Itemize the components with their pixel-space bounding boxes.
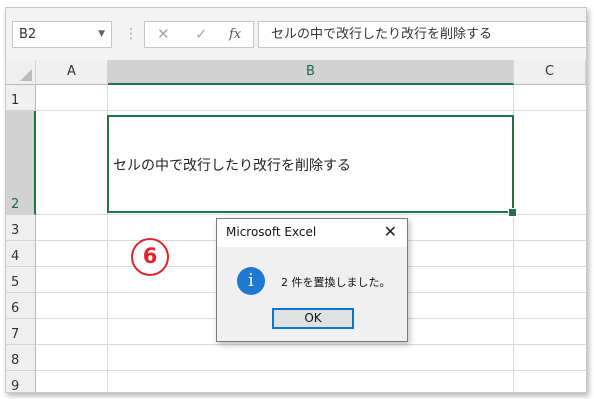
row-header-5[interactable]: 5 [6, 267, 36, 293]
gridline [36, 370, 586, 371]
formula-buttons: ✕ ✓ fx [144, 21, 254, 48]
fill-handle[interactable] [508, 208, 517, 217]
insert-function-icon[interactable]: fx [229, 22, 241, 47]
column-header-c[interactable]: C [514, 60, 586, 85]
select-all-triangle-icon [20, 69, 32, 81]
row-header-1[interactable]: 1 [6, 85, 36, 111]
gridline [36, 214, 586, 215]
row-header-4[interactable]: 4 [6, 241, 36, 267]
row-header-2[interactable]: 2 [6, 111, 36, 215]
excel-window: B2 ▼ ⋮ ✕ ✓ fx セルの中で改行したり改行を削除する A B C 1 … [5, 7, 587, 393]
dialog-titlebar: Microsoft Excel ✕ [217, 219, 407, 247]
info-icon: i [237, 267, 265, 295]
formula-bar-area: B2 ▼ ⋮ ✕ ✓ fx セルの中で改行したり改行を削除する [6, 8, 586, 60]
enter-icon[interactable]: ✓ [195, 22, 208, 47]
dialog-message: 2 件を置換しました。 [281, 276, 391, 289]
active-cell-b2[interactable]: セルの中で改行したり改行を削除する [107, 115, 514, 213]
row-header-label: 6 [11, 301, 20, 316]
name-box[interactable]: B2 ▼ [12, 21, 112, 48]
row-header-3[interactable]: 3 [6, 215, 36, 241]
name-box-value: B2 [19, 27, 37, 42]
gridline [36, 344, 586, 345]
row-header-7[interactable]: 7 [6, 319, 36, 345]
gridline [36, 110, 586, 111]
ok-button[interactable]: OK [272, 308, 354, 329]
row-header-label: 4 [11, 249, 20, 264]
row-header-label: 7 [11, 327, 20, 342]
row-header-label: 2 [11, 197, 20, 212]
column-header-b[interactable]: B [108, 60, 514, 85]
cancel-icon[interactable]: ✕ [157, 22, 170, 47]
row-header-label: 5 [11, 275, 20, 290]
message-dialog: Microsoft Excel ✕ i 2 件を置換しました。 OK [216, 218, 408, 342]
row-header-6[interactable]: 6 [6, 293, 36, 319]
row-header-label: 1 [11, 93, 20, 108]
row-header-9[interactable]: 9 [6, 371, 36, 393]
chevron-down-icon[interactable]: ▼ [98, 22, 105, 47]
cell-text: セルの中で改行したり改行を削除する [113, 158, 351, 174]
dialog-title: Microsoft Excel [226, 225, 317, 239]
close-icon[interactable]: ✕ [384, 222, 397, 241]
row-header-label: 9 [11, 379, 20, 393]
select-all-button[interactable] [6, 60, 36, 85]
formula-input[interactable]: セルの中で改行したり改行を削除する [258, 21, 586, 48]
row-header-label: 8 [11, 353, 20, 368]
row-header-label: 3 [11, 223, 20, 238]
column-header-a[interactable]: A [36, 60, 108, 85]
row-header-8[interactable]: 8 [6, 345, 36, 371]
grip-dots-icon: ⋮ [124, 26, 138, 42]
step-number-badge: 6 [131, 238, 169, 276]
